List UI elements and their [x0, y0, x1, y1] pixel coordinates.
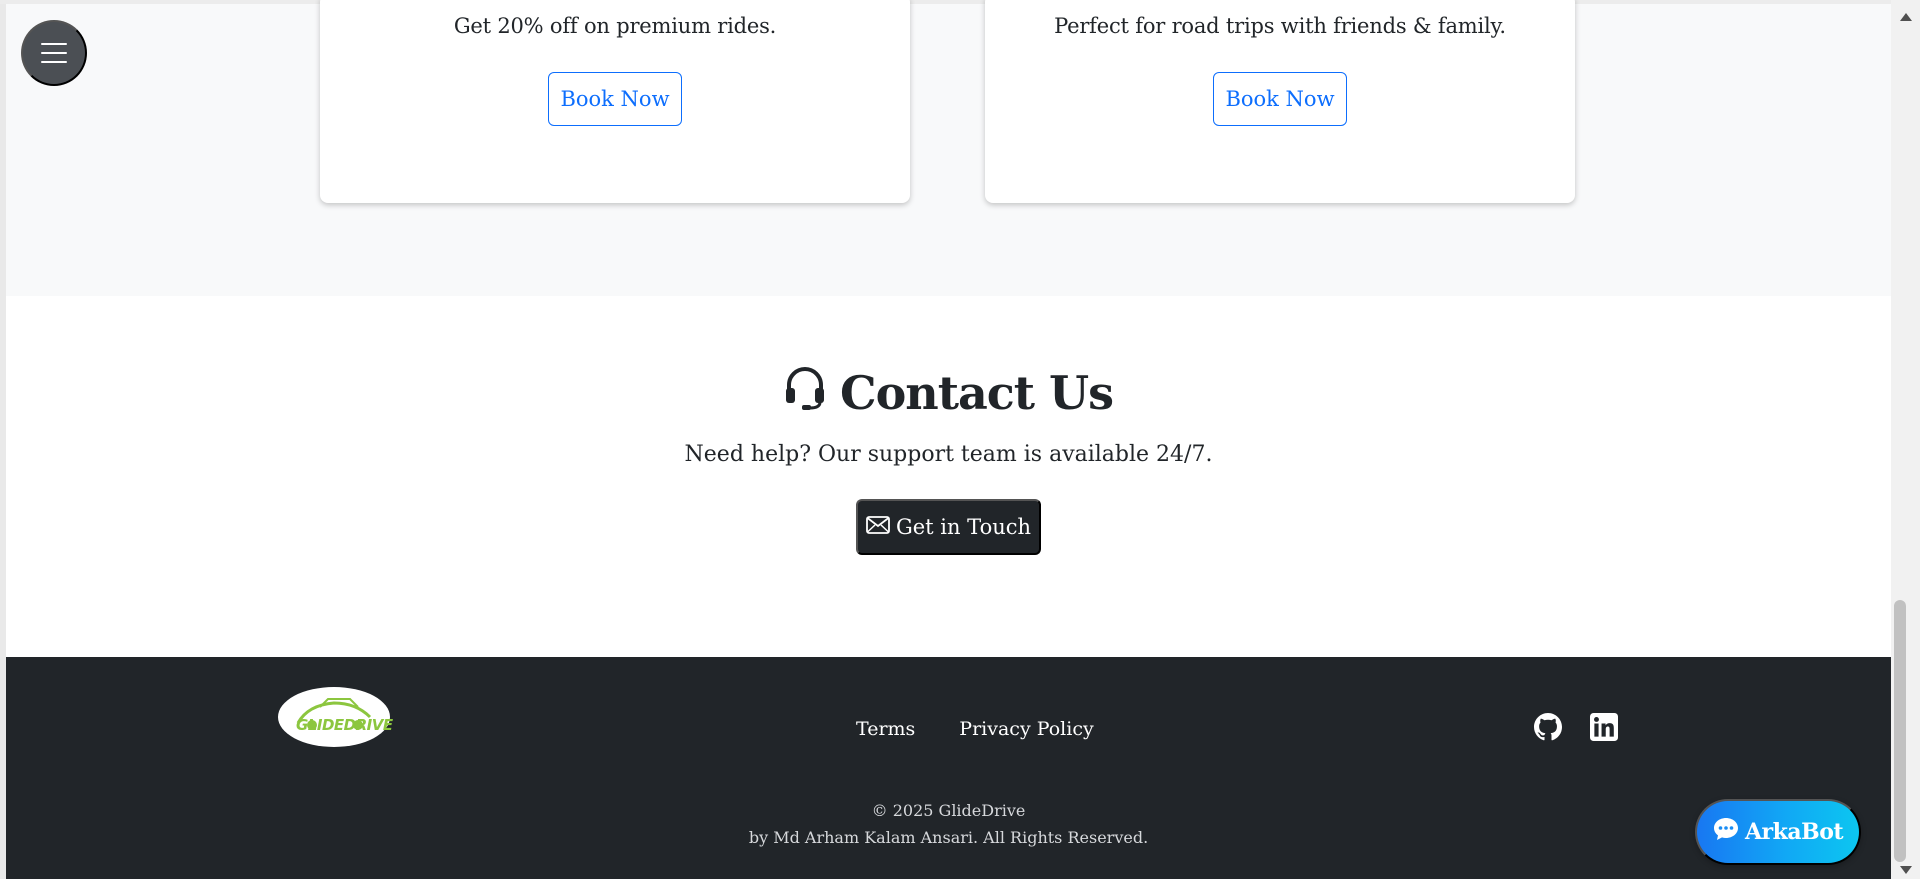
hamburger-menu-icon — [41, 43, 67, 45]
social-links — [1534, 713, 1618, 745]
credit-text: by Md Arham Kalam Ansari. All Rights Res… — [748, 828, 1149, 847]
scrollbar-thumb[interactable] — [1894, 600, 1906, 862]
privacy-policy-link[interactable]: Privacy Policy — [959, 718, 1093, 740]
copyright-text: © 2025 GlideDrive — [871, 801, 1026, 820]
scroll-up-arrow-icon[interactable] — [1900, 13, 1912, 21]
offer-card-text: Get 20% off on premium rides. — [453, 14, 777, 38]
arkabot-label: ArkaBot — [1744, 819, 1844, 845]
site-footer: GLIDEDRIVE Terms Privacy Policy © 2025 G… — [6, 657, 1891, 879]
github-icon[interactable] — [1534, 713, 1562, 745]
offer-card: Perfect for road trips with friends & fa… — [985, 0, 1575, 203]
headset-icon — [784, 364, 826, 421]
arkabot-chat-button[interactable]: ArkaBot — [1695, 799, 1861, 865]
get-in-touch-label: Get in Touch — [895, 515, 1032, 539]
contact-subtitle: Need help? Our support team is available… — [684, 442, 1213, 467]
book-now-button[interactable]: Book Now — [548, 72, 682, 126]
glidedrive-logo[interactable]: GLIDEDRIVE — [278, 687, 393, 747]
contact-heading: Contact Us — [6, 364, 1891, 421]
get-in-touch-button[interactable]: Get in Touch — [856, 499, 1041, 555]
contact-section: Contact Us Need help? Our support team i… — [6, 296, 1891, 657]
offer-card-text: Perfect for road trips with friends & fa… — [1054, 14, 1506, 38]
linkedin-icon[interactable] — [1590, 713, 1618, 745]
footer-links: Terms Privacy Policy — [856, 718, 1094, 740]
scroll-down-arrow-icon[interactable] — [1900, 866, 1912, 874]
copyright-block: © 2025 GlideDrive by Md Arham Kalam Ansa… — [6, 797, 1891, 851]
chat-bubble-icon — [1713, 817, 1739, 847]
offers-section: Get 20% off on premium rides. Book Now P… — [6, 0, 1891, 296]
contact-title: Contact Us — [839, 365, 1114, 420]
logo-text: GLIDEDRIVE — [296, 716, 393, 734]
hamburger-menu-button[interactable] — [21, 20, 87, 86]
book-now-button[interactable]: Book Now — [1213, 72, 1347, 126]
terms-link[interactable]: Terms — [856, 718, 915, 740]
offer-card: Get 20% off on premium rides. Book Now — [320, 0, 910, 203]
envelope-icon — [866, 515, 890, 539]
